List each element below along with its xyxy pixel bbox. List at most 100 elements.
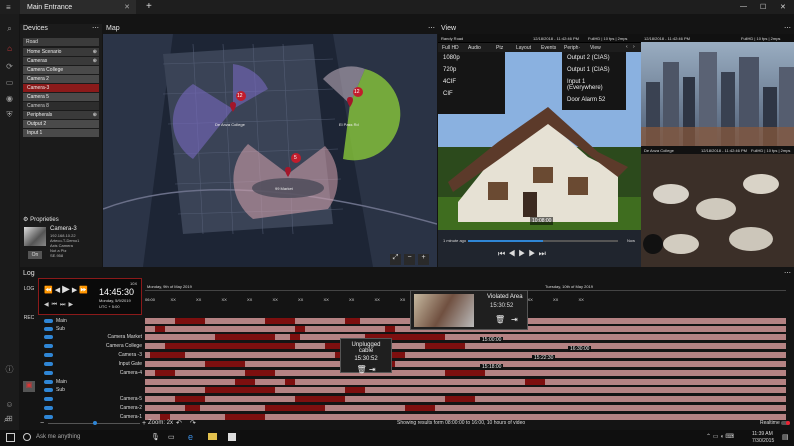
event-block[interactable] <box>205 387 275 393</box>
row-toggle[interactable] <box>44 319 53 323</box>
event-block[interactable] <box>165 343 295 349</box>
res-option-1080p[interactable]: 1080p <box>438 52 505 64</box>
event-block[interactable] <box>155 326 165 332</box>
device-item[interactable]: Peripherals ⊕ <box>23 111 99 119</box>
forward-fast-icon[interactable]: ⏩ <box>79 287 90 294</box>
event-block[interactable] <box>345 318 360 324</box>
device-item[interactable]: Input 1 <box>23 129 99 137</box>
zoom-in-icon[interactable]: + <box>142 420 146 427</box>
rewind-icon[interactable]: ◀ <box>508 249 518 258</box>
add-icon[interactable]: ⊕ <box>93 49 97 55</box>
event-block[interactable] <box>425 343 465 349</box>
log-side-tab-log[interactable]: LOG <box>21 286 37 292</box>
camera-tile-main[interactable]: 1080p 720p 4CIF CIF Output 2 (CIAS) Outp… <box>438 52 641 267</box>
prev-arrow-icon[interactable]: ‹ <box>626 44 628 50</box>
timeline-lane[interactable] <box>145 352 786 358</box>
map-view[interactable]: 12 12 5 De Anza College El Pass Rd 99 Ma… <box>103 34 437 267</box>
notifications-icon[interactable]: ▤ <box>782 433 789 441</box>
on-button[interactable]: On <box>28 251 42 259</box>
row-toggle[interactable] <box>44 388 53 392</box>
shield-icon[interactable]: ⛨ <box>3 110 16 122</box>
device-item[interactable]: Camera-3 <box>23 84 99 92</box>
minimize-button[interactable]: — <box>740 3 747 10</box>
map-more-icon[interactable]: ⋯ <box>428 24 435 32</box>
step-back-icon[interactable]: ⏮ <box>52 302 60 308</box>
add-icon[interactable]: ⊕ <box>93 58 97 64</box>
home-icon[interactable]: ⌂ <box>3 44 16 56</box>
event-block[interactable] <box>385 326 395 332</box>
event-block[interactable] <box>265 318 295 324</box>
zoom-slider[interactable] <box>48 421 140 425</box>
frame-fwd-icon[interactable]: ▶ <box>68 302 76 308</box>
search-bottom-icon[interactable]: ⌕ <box>4 415 8 425</box>
player-play-icon[interactable]: ▶ <box>62 284 72 295</box>
device-item[interactable]: Camera College <box>23 66 99 74</box>
timeline-lane[interactable] <box>145 379 786 385</box>
event-block[interactable] <box>155 370 175 376</box>
row-toggle[interactable] <box>44 380 53 384</box>
skip-forward-icon[interactable]: ⏭ <box>539 249 549 258</box>
timeline-lane[interactable] <box>145 387 786 393</box>
event-block[interactable] <box>295 396 345 402</box>
unplugged-cable-tooltip[interactable]: Unplugged cable 15:30:52 🗑 ⇥ <box>340 338 392 374</box>
edge-icon[interactable]: e <box>188 432 193 442</box>
event-block[interactable] <box>285 379 295 385</box>
realtime-toggle[interactable] <box>781 421 790 425</box>
cable-export-icon[interactable]: ⇥ <box>369 365 376 374</box>
timeline-lane[interactable] <box>145 405 786 411</box>
maximize-button[interactable]: ☐ <box>760 3 766 11</box>
periph-option-output2[interactable]: Output 2 (CIAS) <box>562 52 626 64</box>
row-toggle[interactable] <box>44 397 53 401</box>
close-window-button[interactable]: ✕ <box>780 3 786 11</box>
next-arrow-icon[interactable]: › <box>633 44 635 50</box>
event-block[interactable] <box>265 405 325 411</box>
row-toggle[interactable] <box>44 371 53 375</box>
timeline-lane[interactable] <box>145 370 786 376</box>
device-item[interactable]: Camera 8 <box>23 102 99 110</box>
event-block[interactable] <box>185 405 200 411</box>
monitor-icon[interactable]: ▭ <box>3 78 16 90</box>
windows-start-icon[interactable] <box>6 433 15 442</box>
timeline-lane[interactable] <box>145 334 786 340</box>
map-fullscreen-icon[interactable]: ⤢ <box>390 254 401 265</box>
cortana-icon[interactable] <box>23 433 31 441</box>
store-icon[interactable] <box>228 433 236 441</box>
explorer-icon[interactable] <box>208 433 217 440</box>
search-icon[interactable]: ⌕ <box>3 24 16 36</box>
device-item[interactable]: Cameras ⊕ <box>23 57 99 65</box>
camera-icon[interactable]: ◉ <box>3 94 16 106</box>
redo-icon[interactable]: ↷ <box>190 419 196 427</box>
devices-search-field[interactable]: Road <box>23 38 99 46</box>
event-block[interactable] <box>445 396 475 402</box>
more-icon[interactable]: ⋯ <box>92 24 99 32</box>
zoom-out-icon[interactable]: − <box>40 420 44 427</box>
timeline-lane[interactable] <box>145 343 786 349</box>
timeline-lane[interactable] <box>145 396 786 402</box>
tab-main-entrance[interactable]: Main Entrance ✕ <box>20 0 136 14</box>
toolbar-layout[interactable]: Layout <box>516 45 531 51</box>
event-block[interactable] <box>175 318 205 324</box>
periph-option-input1[interactable]: Input 1 (Everywhere) <box>562 76 626 94</box>
res-option-4cif[interactable]: 4CIF <box>438 76 505 88</box>
event-block[interactable] <box>225 414 265 420</box>
add-icon[interactable]: ⊕ <box>93 112 97 118</box>
device-item[interactable]: Home Scenario ⊕ <box>23 48 99 56</box>
row-toggle[interactable] <box>44 406 53 410</box>
event-block[interactable] <box>235 379 255 385</box>
map-zoom-out-icon[interactable]: − <box>404 254 415 265</box>
export-icon[interactable]: ⇥ <box>511 315 518 324</box>
device-item[interactable]: Camera 5 <box>23 93 99 101</box>
toolbar-view[interactable]: View <box>590 45 601 51</box>
frame-back-icon[interactable]: ◀ <box>44 302 52 308</box>
microphone-icon[interactable]: 🎙 <box>151 433 160 441</box>
violated-area-tooltip[interactable]: Violated Area 🗑 ⇥ <box>410 290 528 330</box>
event-block[interactable] <box>405 405 435 411</box>
event-block[interactable] <box>245 370 275 376</box>
camera-tile-city[interactable]: 12/18/2018 - 11:42:46 PM FullHD | 10 fps… <box>641 34 794 146</box>
periph-option-output1[interactable]: Output 1 (CIAS) <box>562 64 626 76</box>
task-view-icon[interactable]: ▭ <box>168 433 175 441</box>
row-toggle[interactable] <box>44 415 53 419</box>
event-block[interactable] <box>205 361 245 367</box>
log-more-icon[interactable]: ⋯ <box>784 269 791 277</box>
row-toggle[interactable] <box>44 362 53 366</box>
